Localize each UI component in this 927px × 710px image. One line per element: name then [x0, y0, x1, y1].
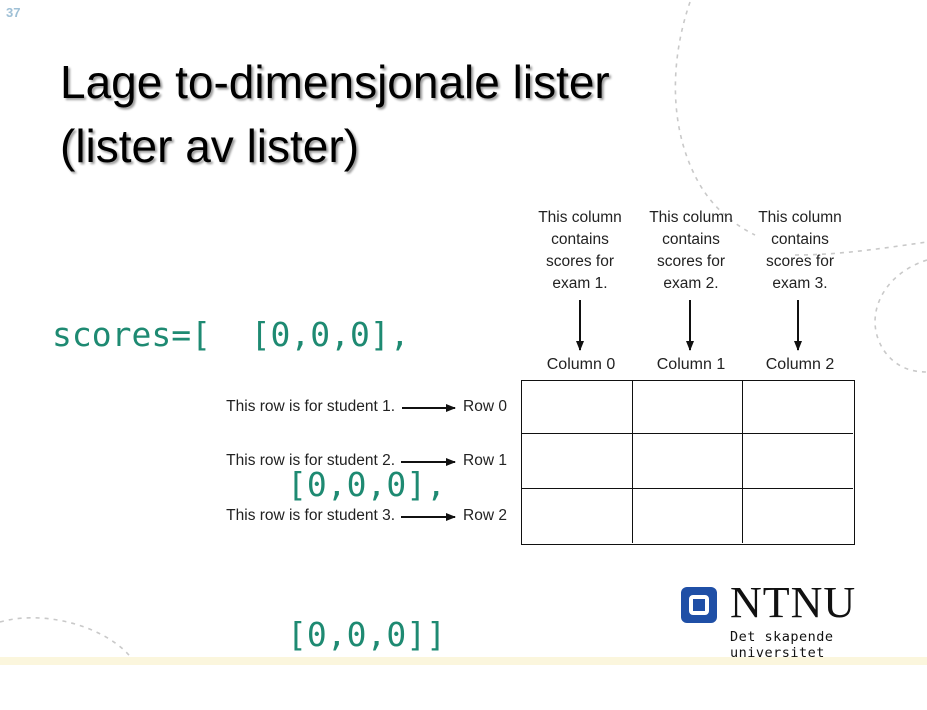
grid-cell	[743, 381, 853, 434]
column-0-description-line: contains	[551, 231, 609, 248]
slide-number: 37	[6, 5, 21, 20]
ntnu-logo-text: NTNU	[730, 578, 857, 627]
column-0-description: This column contains scores for exam 1.	[526, 207, 634, 295]
row-1-description: This row is for student 2.	[226, 452, 395, 469]
column-1-label: Column 1	[656, 356, 726, 373]
column-1-description-line: exam 2.	[663, 275, 719, 292]
title-line-1: Lage to-dimensjonale lister	[60, 56, 610, 108]
grid-cell	[743, 434, 853, 489]
column-1-description: This column contains scores for exam 2.	[637, 207, 745, 295]
column-1-description-line: contains	[662, 231, 720, 248]
grid-cell	[522, 489, 633, 543]
code-line-3: [0,0,0]]	[287, 615, 446, 654]
row-0-label: Row 0	[463, 398, 507, 415]
column-2-label: Column 2	[765, 356, 835, 373]
title-line-2: (lister av lister)	[60, 120, 360, 172]
grid-cell	[522, 434, 633, 489]
slide-title: Lage to-dimensjonale lister (lister av l…	[60, 50, 610, 178]
grid-cell	[633, 489, 743, 543]
grid-cell	[633, 434, 743, 489]
column-0-description-line: scores for	[545, 253, 615, 270]
column-2-description-line: contains	[771, 231, 829, 248]
column-2-description-line: scores for	[765, 253, 835, 270]
column-0-description-line: exam 1.	[552, 275, 608, 292]
grid-cell	[743, 489, 853, 543]
column-2-description-line: exam 3.	[772, 275, 828, 292]
grid-cell	[633, 381, 743, 434]
row-2-description: This row is for student 3.	[226, 507, 395, 524]
column-2-description-line: This column	[758, 209, 842, 226]
footer-band	[0, 657, 927, 665]
row-2-label: Row 2	[463, 507, 507, 524]
column-0-label: Column 0	[546, 356, 616, 373]
grid-cell	[522, 381, 633, 434]
row-1-label: Row 1	[463, 452, 507, 469]
column-1-description-line: This column	[649, 209, 733, 226]
column-0-description-line: This column	[538, 209, 622, 226]
column-2-description: This column contains scores for exam 3.	[746, 207, 854, 295]
column-1-description-line: scores for	[656, 253, 726, 270]
two-dimensional-grid	[521, 380, 855, 545]
row-0-description: This row is for student 1.	[226, 398, 395, 415]
ntnu-logo-icon	[681, 587, 717, 623]
code-line-1: scores=[ [0,0,0],	[52, 315, 410, 354]
